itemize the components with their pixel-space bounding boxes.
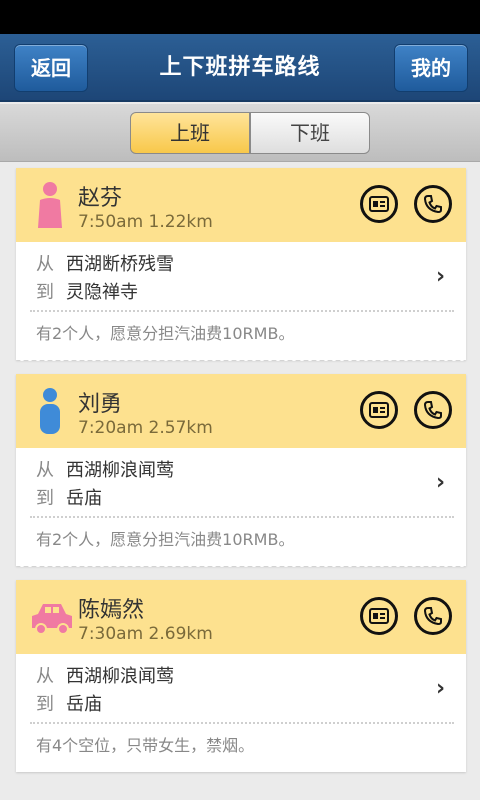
ride-time-distance: 7:50am 1.22km	[78, 212, 213, 232]
phone-icon	[423, 607, 442, 626]
id-card-icon	[369, 608, 389, 624]
ride-note: 有2个人，愿意分担汽油费10RMB。	[36, 324, 295, 343]
male-person-icon	[40, 388, 60, 434]
top-nav-bar: 返回 上下班拼车路线 我的	[0, 34, 480, 102]
divider	[30, 722, 454, 724]
rider-name: 赵芬	[78, 186, 123, 211]
ride-note: 有4个空位，只带女生，禁烟。	[36, 736, 255, 755]
chevron-right-icon[interactable]: ›	[436, 264, 445, 289]
ride-note: 有2个人，愿意分担汽油费10RMB。	[36, 530, 295, 549]
call-button[interactable]	[414, 597, 452, 635]
id-card-icon	[369, 402, 389, 418]
status-bar	[0, 0, 480, 34]
contact-card-button[interactable]	[360, 597, 398, 635]
contact-card-button[interactable]	[360, 391, 398, 429]
to-label: 到	[36, 694, 54, 715]
from-label: 从	[36, 254, 54, 275]
call-button[interactable]	[414, 391, 452, 429]
ride-time-distance: 7:30am 2.69km	[78, 624, 213, 644]
from-location: 西湖柳浪闻莺	[66, 666, 174, 687]
to-location: 灵隐禅寺	[66, 282, 138, 303]
rider-name: 刘勇	[78, 392, 123, 417]
ride-card[interactable]: 赵芬 7:50am 1.22km 从西湖断桥残雪 到灵隐禅寺 › 有2个人，愿意…	[16, 168, 466, 361]
ride-time-distance: 7:20am 2.57km	[78, 418, 213, 438]
ride-card[interactable]: 刘勇 7:20am 2.57km 从西湖柳浪闻莺 到岳庙 › 有2个人，愿意分担…	[16, 374, 466, 567]
from-location: 西湖断桥残雪	[66, 254, 174, 275]
from-label: 从	[36, 460, 54, 481]
from-label: 从	[36, 666, 54, 687]
to-location: 岳庙	[66, 694, 102, 715]
zigzag-edge	[16, 562, 466, 567]
to-location: 岳庙	[66, 488, 102, 509]
tab-commute-to-work[interactable]: 上班	[130, 112, 250, 154]
divider	[30, 310, 454, 312]
car-icon	[32, 604, 72, 635]
ride-card-header: 刘勇 7:20am 2.57km	[16, 374, 466, 448]
phone-icon	[423, 195, 442, 214]
mine-button[interactable]: 我的	[394, 44, 468, 92]
segment-bar: 上班 下班	[0, 104, 480, 162]
from-location: 西湖柳浪闻莺	[66, 460, 174, 481]
chevron-right-icon[interactable]: ›	[436, 470, 445, 495]
ride-card-header: 赵芬 7:50am 1.22km	[16, 168, 466, 242]
chevron-right-icon[interactable]: ›	[436, 676, 445, 701]
to-label: 到	[36, 488, 54, 509]
rider-name: 陈嫣然	[78, 598, 145, 623]
id-card-icon	[369, 196, 389, 212]
contact-card-button[interactable]	[360, 185, 398, 223]
phone-icon	[423, 401, 442, 420]
to-label: 到	[36, 282, 54, 303]
zigzag-edge	[16, 356, 466, 361]
divider	[30, 516, 454, 518]
ride-card-header: 陈嫣然 7:30am 2.69km	[16, 580, 466, 654]
ride-card[interactable]: 陈嫣然 7:30am 2.69km 从西湖柳浪闻莺 到岳庙 › 有4个空位，只带…	[16, 580, 466, 772]
route-info[interactable]: 从西湖柳浪闻莺 到岳庙 ›	[16, 448, 466, 516]
route-info[interactable]: 从西湖断桥残雪 到灵隐禅寺 ›	[16, 242, 466, 310]
tab-commute-home[interactable]: 下班	[250, 112, 370, 154]
female-person-icon	[38, 182, 62, 228]
call-button[interactable]	[414, 185, 452, 223]
route-info[interactable]: 从西湖柳浪闻莺 到岳庙 ›	[16, 654, 466, 722]
